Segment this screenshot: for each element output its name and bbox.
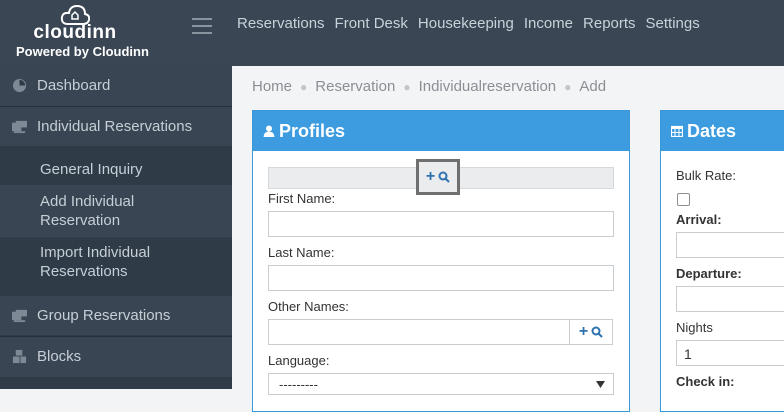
chevron-down-icon xyxy=(596,381,605,388)
first-name-input[interactable] xyxy=(268,211,614,237)
other-names-label: Other Names: xyxy=(268,299,349,314)
profile-add-search-button[interactable]: + xyxy=(416,159,460,195)
arrival-input[interactable] xyxy=(676,232,784,258)
divider xyxy=(0,185,232,186)
blocks-icon xyxy=(12,349,27,364)
nav-reports[interactable]: Reports xyxy=(583,15,636,32)
other-names-input[interactable] xyxy=(268,319,570,345)
search-icon xyxy=(591,326,603,338)
last-name-label: Last Name: xyxy=(268,245,335,260)
reservation-icon xyxy=(12,120,27,134)
nav-settings[interactable]: Settings xyxy=(646,15,700,32)
plus-icon: + xyxy=(425,168,436,185)
breadcrumb-separator: ● xyxy=(403,80,411,94)
user-icon xyxy=(263,125,275,137)
sidebar-subitem-general-inquiry[interactable]: General Inquiry xyxy=(40,160,143,179)
group-icon xyxy=(12,309,27,323)
dates-panel: Dates Bulk Rate: Arrival: Departure: Nig… xyxy=(660,110,784,412)
sidebar-item-label: Group Reservations xyxy=(37,307,171,324)
profiles-title: Profiles xyxy=(279,121,346,141)
breadcrumb-reservation[interactable]: Reservation xyxy=(315,78,395,97)
powered-by: Powered by Cloudinn xyxy=(16,44,149,59)
nights-input[interactable]: 1 xyxy=(676,340,784,366)
departure-input[interactable] xyxy=(676,286,784,312)
breadcrumb-separator: ● xyxy=(300,80,308,94)
sidebar-item-label: Blocks xyxy=(37,348,82,365)
breadcrumb-home[interactable]: Home xyxy=(252,78,292,97)
main-content: Home ● Reservation ● Individualreservati… xyxy=(232,66,784,412)
calendar-icon xyxy=(671,125,683,137)
nav-income[interactable]: Income xyxy=(524,15,573,32)
brand-name: cloudinn xyxy=(33,22,117,43)
bulk-rate-checkbox[interactable] xyxy=(677,193,690,206)
divider xyxy=(0,236,232,237)
language-select[interactable]: --------- xyxy=(268,373,614,395)
top-navbar: cloudinn Powered by Cloudinn Reservation… xyxy=(0,0,784,66)
arrival-label: Arrival: xyxy=(676,212,722,227)
sidebar-item-individual-reservations[interactable]: Individual Reservations xyxy=(0,107,232,146)
dashboard-icon xyxy=(12,78,27,93)
profiles-panel: Profiles + First Name: Last Name: Other … xyxy=(252,110,630,412)
nav-housekeeping[interactable]: Housekeeping xyxy=(418,15,514,32)
check-in-label: Check in: xyxy=(676,374,735,389)
breadcrumb-add: Add xyxy=(579,78,607,95)
search-icon xyxy=(438,171,450,183)
profiles-header: Profiles xyxy=(253,111,629,151)
menu-icon[interactable] xyxy=(192,18,212,34)
sidebar-item-label: Individual Reservations xyxy=(37,118,193,135)
other-names-add-search-button[interactable]: + xyxy=(569,319,613,345)
breadcrumb-separator: ● xyxy=(564,80,572,94)
bulk-rate-label: Bulk Rate: xyxy=(676,168,736,183)
last-name-input[interactable] xyxy=(268,265,614,291)
main-nav: Reservations Front Desk Housekeeping Inc… xyxy=(237,15,700,32)
sidebar-subitem-import-individual-reservations[interactable]: Import Individual Reservations xyxy=(40,243,210,281)
sidebar-item-blocks[interactable]: Blocks xyxy=(0,336,232,377)
first-name-label: First Name: xyxy=(268,191,336,206)
plus-icon: + xyxy=(578,323,589,340)
sidebar-item-group-reservations[interactable]: Group Reservations xyxy=(0,296,232,335)
language-selected-value: --------- xyxy=(279,377,318,392)
breadcrumb-individualreservation[interactable]: Individualreservation xyxy=(419,78,557,97)
nav-front-desk[interactable]: Front Desk xyxy=(335,15,408,32)
nav-reservations[interactable]: Reservations xyxy=(237,15,325,32)
language-label: Language: xyxy=(268,353,330,368)
sidebar-item-label: Dashboard xyxy=(37,77,111,94)
sidebar: Dashboard Individual Reservations Genera… xyxy=(0,66,232,389)
dates-header: Dates xyxy=(661,111,784,151)
nights-label: Nights xyxy=(676,320,713,335)
nights-value: 1 xyxy=(684,346,692,362)
sidebar-item-dashboard[interactable]: Dashboard xyxy=(0,66,232,107)
breadcrumb: Home ● Reservation ● Individualreservati… xyxy=(252,78,606,97)
dates-title: Dates xyxy=(687,121,737,141)
sidebar-subitem-add-individual-reservation[interactable]: Add Individual Reservation xyxy=(40,192,190,230)
departure-label: Departure: xyxy=(676,266,742,281)
